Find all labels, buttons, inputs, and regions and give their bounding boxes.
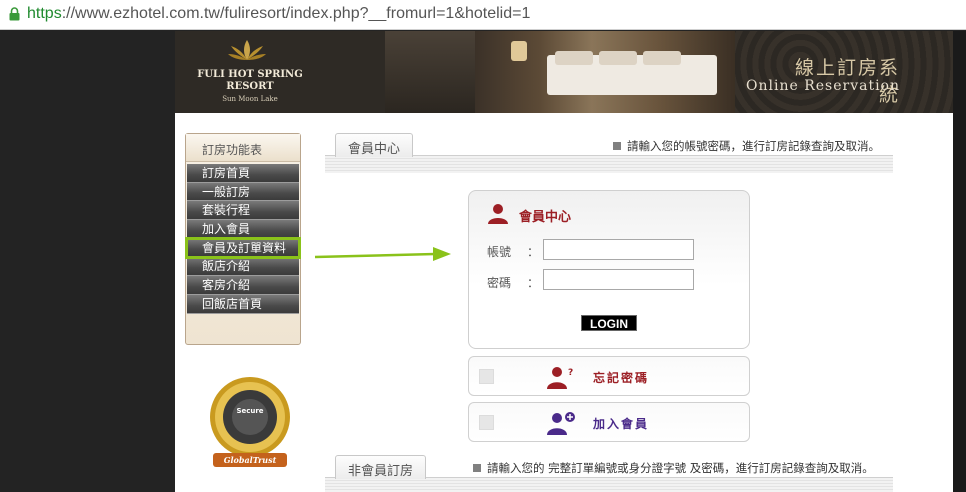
menu-item-member-orders[interactable]: 會員及訂單資料 [185, 236, 301, 260]
nonmember-section-header: 非會員訂房 請輸入您的 完整訂單編號或身分證字號 及密碼，進行訂房記錄查詢及取消… [325, 455, 893, 492]
option-square [479, 369, 494, 384]
password-label: 密碼 [487, 276, 512, 290]
section-bar [325, 477, 893, 492]
right-margin [953, 31, 966, 492]
menu-item-hotel-home[interactable]: 回飯店首頁 [187, 294, 299, 314]
menu-item-join-member[interactable]: 加入會員 [187, 220, 299, 239]
brand-name: FULI HOT SPRING RESORT [195, 69, 305, 93]
password-input[interactable] [543, 269, 694, 290]
login-panel: 會員中心 帳號 ： 密碼 ： LOGIN [468, 190, 750, 349]
brand-subtitle: Sun Moon Lake [222, 95, 278, 103]
join-member-label: 加入會員 [593, 417, 650, 431]
nonmember-note: 請輸入您的 完整訂單編號或身分證字號 及密碼，進行訂房記錄查詢及取消。 [473, 460, 874, 476]
brand-line1: FULI HOT SPRING [197, 69, 303, 80]
user-question-icon: ? [547, 367, 573, 389]
seal-brand-text: GlobalTrust [224, 455, 277, 465]
password-colon: ： [527, 276, 540, 290]
menu-item-room-intro[interactable]: 客房介紹 [187, 276, 299, 295]
banner-pillow [643, 51, 681, 65]
lotus-logo-icon [228, 40, 266, 60]
tab-member-center[interactable]: 會員中心 [335, 133, 414, 157]
url-text[interactable]: https://www.ezhotel.com.tw/fuliresort/in… [27, 5, 530, 23]
account-colon: ： [527, 245, 540, 259]
forgot-password-button[interactable]: ? 忘記密碼 [468, 356, 750, 396]
url-scheme: https [27, 5, 62, 22]
menu-list: 訂房首頁 一般訂房 套裝行程 加入會員 會員及訂單資料 飯店介紹 客房介紹 回飯… [185, 164, 301, 314]
booking-menu: 訂房功能表 訂房首頁 一般訂房 套裝行程 加入會員 會員及訂單資料 飯店介紹 客… [185, 133, 301, 345]
seal-center-text: Secure [236, 407, 263, 415]
brand-line2: RESORT [226, 81, 274, 92]
menu-item-packages[interactable]: 套裝行程 [187, 201, 299, 221]
banner-pillow [555, 51, 593, 65]
forgot-password-label: 忘記密碼 [593, 371, 650, 385]
svg-text:?: ? [568, 368, 573, 378]
banner-lamp [511, 41, 527, 61]
join-member-button[interactable]: 加入會員 [468, 402, 750, 442]
member-note: 請輸入您的帳號密碼，進行訂房記錄查詢及取消。 [613, 138, 880, 154]
menu-item-booking-home[interactable]: 訂房首頁 [187, 164, 299, 183]
user-add-icon [547, 412, 575, 435]
member-section-header: 會員中心 請輸入您的帳號密碼，進行訂房記錄查詢及取消。 [325, 133, 893, 175]
address-bar[interactable]: https://www.ezhotel.com.tw/fuliresort/in… [0, 0, 966, 30]
account-label: 帳號 [487, 245, 512, 259]
secure-seal-icon: Secure GlobalTrust [210, 377, 290, 467]
menu-item-hotel-intro[interactable]: 飯店介紹 [187, 257, 299, 277]
login-button[interactable]: LOGIN [581, 315, 637, 331]
account-input[interactable] [543, 239, 694, 260]
page-content: FULI HOT SPRING RESORT Sun Moon Lake 線上訂… [175, 31, 953, 492]
tab-nonmember-booking[interactable]: 非會員訂房 [335, 455, 427, 479]
banner-pillow [599, 51, 637, 65]
member-icon [488, 204, 508, 224]
option-square [479, 415, 494, 430]
banner-window [385, 31, 475, 113]
menu-title: 訂房功能表 [186, 134, 300, 162]
system-title-en: Online Reservation [746, 78, 900, 94]
lock-icon [9, 7, 20, 21]
login-title: 會員中心 [519, 210, 572, 225]
menu-item-general-booking[interactable]: 一般訂房 [187, 182, 299, 202]
arrow-right-icon [314, 247, 451, 261]
header-banner: FULI HOT SPRING RESORT Sun Moon Lake 線上訂… [175, 31, 953, 113]
url-path: ://www.ezhotel.com.tw/fuliresort/index.p… [61, 5, 531, 22]
section-bar [325, 155, 893, 173]
